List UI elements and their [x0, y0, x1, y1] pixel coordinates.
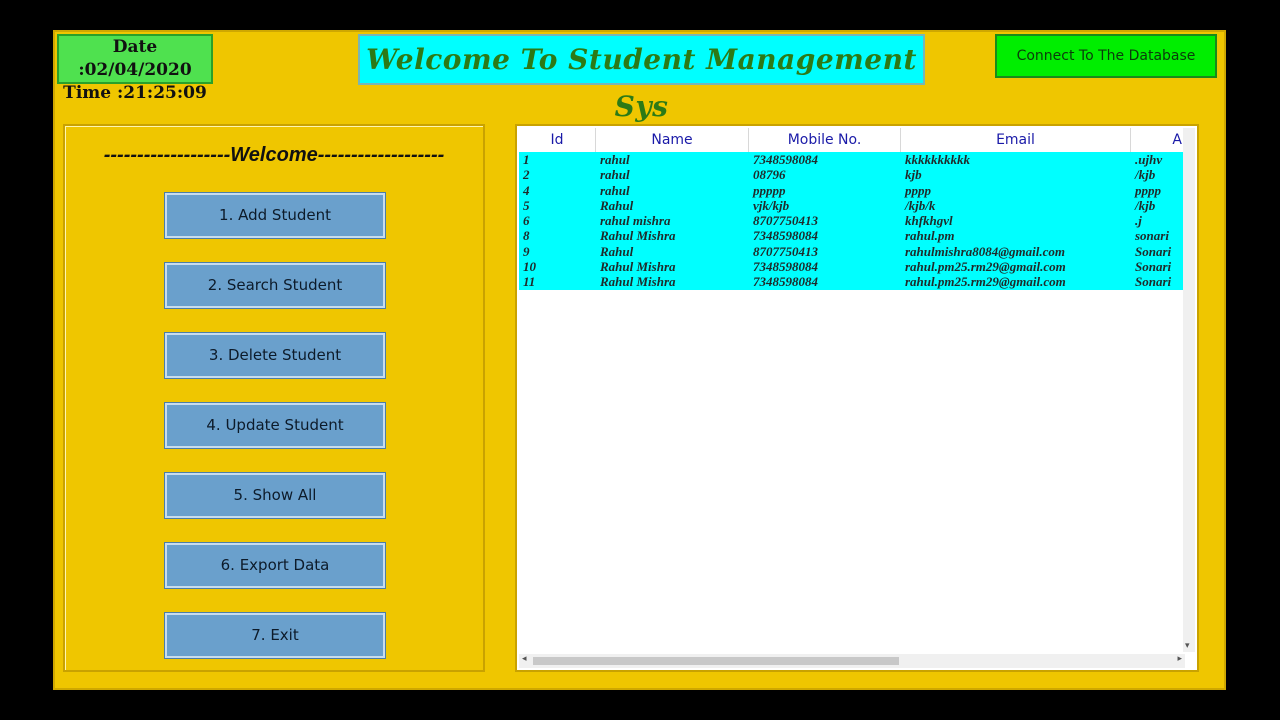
cell-mobile: 7348598084: [753, 228, 818, 244]
cell-id: 11: [523, 274, 536, 290]
connect-database-button[interactable]: Connect To The Database: [995, 34, 1217, 78]
table-row[interactable]: 1 rahul 7348598084 kkkkkkkkkk .ujhv: [519, 152, 1185, 167]
cell-address: pppp: [1135, 182, 1161, 198]
column-header-address[interactable]: A: [1131, 128, 1185, 152]
cell-address: .j: [1135, 213, 1142, 229]
scroll-left-icon[interactable]: ◂: [522, 654, 527, 664]
cell-email: /kjb/k: [905, 197, 936, 213]
horizontal-scrollbar[interactable]: ◂ ▸: [519, 654, 1185, 668]
scroll-down-icon[interactable]: ▾: [1185, 641, 1190, 651]
cell-address: Sonari: [1135, 274, 1172, 290]
horizontal-scroll-thumb[interactable]: [533, 657, 899, 665]
cell-address: Sonari: [1135, 243, 1172, 259]
cell-name: rahul mishra: [600, 213, 671, 229]
table-row[interactable]: 10 Rahul Mishra 7348598084 rahul.pm25.rm29@…: [519, 259, 1185, 274]
app-title: Welcome To Student Management Sys: [358, 34, 925, 123]
cell-address: .ujhv: [1135, 152, 1163, 167]
cell-mobile: 8707750413: [753, 213, 818, 229]
cell-id: 8: [523, 228, 530, 244]
table-body: 1 rahul 7348598084 kkkkkkkkkk .ujhv 2 rahul 087…: [519, 152, 1185, 290]
date-time-panel: Date :02/04/2020 Time :21:25:09: [57, 34, 213, 103]
time-label: Time :21:25:09: [63, 83, 207, 103]
cell-email: kkkkkkkkkk: [905, 152, 970, 167]
table-row[interactable]: 9 Rahul 8707750413 rahulmishra8084@gmail.co…: [519, 244, 1185, 259]
cell-name: rahul: [600, 182, 630, 198]
cell-address: /kjb: [1135, 167, 1156, 183]
cell-email: khfkhgvl: [905, 213, 953, 229]
cell-name: Rahul: [600, 243, 634, 259]
cell-mobile: 7348598084: [753, 152, 818, 167]
cell-name: Rahul: [600, 197, 634, 213]
cell-email: rahulmishra8084@gmail.com: [905, 243, 1065, 259]
cell-name: Rahul Mishra: [600, 259, 676, 275]
cell-name: rahul: [600, 152, 630, 167]
table-row[interactable]: 8 Rahul Mishra 7348598084 rahul.pm sonari: [519, 228, 1185, 243]
cell-mobile: 7348598084: [753, 274, 818, 290]
search-student-button[interactable]: 2. Search Student: [165, 263, 385, 308]
cell-name: Rahul Mishra: [600, 274, 676, 290]
cell-email: pppp: [905, 182, 931, 198]
column-header-mobile[interactable]: Mobile No.: [749, 128, 901, 152]
cell-email: kjb: [905, 167, 922, 183]
table-viewport: Id Name Mobile No. Email A 1 rahul 7348598…: [519, 128, 1185, 652]
column-header-id[interactable]: Id: [519, 128, 596, 152]
cell-name: Rahul Mishra: [600, 228, 676, 244]
table-row[interactable]: 6 rahul mishra 8707750413 khfkhgvl .j: [519, 213, 1185, 228]
cell-id: 9: [523, 243, 530, 259]
cell-email: rahul.pm25.rm29@gmail.com: [905, 274, 1066, 290]
cell-address: Sonari: [1135, 259, 1172, 275]
menu-panel: -------------------Welcome--------------…: [63, 124, 485, 672]
table-row[interactable]: 4 rahul ppppp pppp pppp: [519, 183, 1185, 198]
update-student-button[interactable]: 4. Update Student: [165, 403, 385, 448]
column-header-name[interactable]: Name: [596, 128, 749, 152]
table-header: Id Name Mobile No. Email A: [519, 128, 1185, 152]
cell-id: 5: [523, 197, 530, 213]
delete-student-button[interactable]: 3. Delete Student: [165, 333, 385, 378]
cell-mobile: ppppp: [753, 182, 786, 198]
add-student-button[interactable]: 1. Add Student: [165, 193, 385, 238]
exit-button[interactable]: 7. Exit: [165, 613, 385, 658]
cell-id: 4: [523, 182, 530, 198]
cell-mobile: 08796: [753, 167, 786, 183]
cell-address: sonari: [1135, 228, 1169, 244]
app-window: Date :02/04/2020 Time :21:25:09 Welcome …: [53, 30, 1226, 690]
date-label: Date :02/04/2020: [78, 37, 192, 80]
column-header-email[interactable]: Email: [901, 128, 1131, 152]
cell-mobile: 8707750413: [753, 243, 818, 259]
cell-name: rahul: [600, 167, 630, 183]
vertical-scrollbar[interactable]: ▾: [1183, 128, 1195, 652]
table-row[interactable]: 11 Rahul Mishra 7348598084 rahul.pm25.rm29@…: [519, 274, 1185, 289]
cell-address: /kjb: [1135, 197, 1156, 213]
table-row[interactable]: 5 Rahul vjk/kjb/kjb/k/kjb: [519, 198, 1185, 213]
cell-email: rahul.pm: [905, 228, 955, 244]
cell-id: 10: [523, 259, 536, 275]
table-row[interactable]: 2 rahul 08796 kjb/kjb: [519, 167, 1185, 182]
cell-mobile: 7348598084: [753, 259, 818, 275]
cell-id: 1: [523, 152, 530, 167]
cell-id: 2: [523, 167, 530, 183]
cell-id: 6: [523, 213, 530, 229]
welcome-heading: -------------------Welcome--------------…: [103, 144, 445, 166]
cell-email: rahul.pm25.rm29@gmail.com: [905, 259, 1066, 275]
export-data-button[interactable]: 6. Export Data: [165, 543, 385, 588]
scroll-right-icon[interactable]: ▸: [1177, 654, 1182, 664]
cell-mobile: vjk/kjb: [753, 197, 790, 213]
student-table[interactable]: Id Name Mobile No. Email A 1 rahul 7348598…: [515, 124, 1199, 672]
show-all-button[interactable]: 5. Show All: [165, 473, 385, 518]
